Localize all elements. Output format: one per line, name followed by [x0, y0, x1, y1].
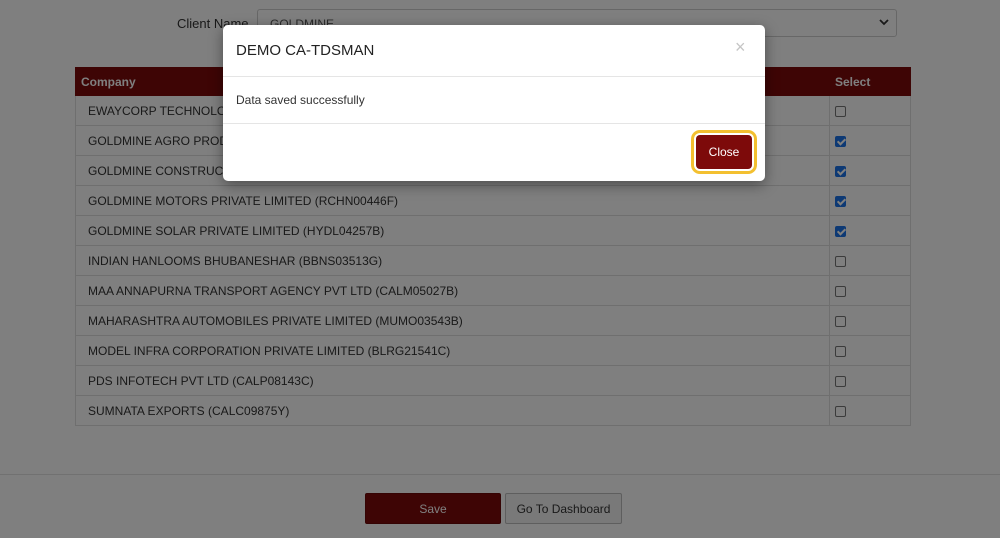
- success-dialog: DEMO CA-TDSMAN × Data saved successfully…: [223, 25, 765, 181]
- modal-header: DEMO CA-TDSMAN ×: [223, 25, 765, 77]
- modal-message: Data saved successfully: [236, 93, 365, 107]
- modal-title: DEMO CA-TDSMAN: [236, 42, 375, 59]
- close-button[interactable]: Close: [696, 135, 752, 169]
- modal-body: Data saved successfully: [223, 77, 765, 124]
- close-icon[interactable]: ×: [735, 37, 746, 58]
